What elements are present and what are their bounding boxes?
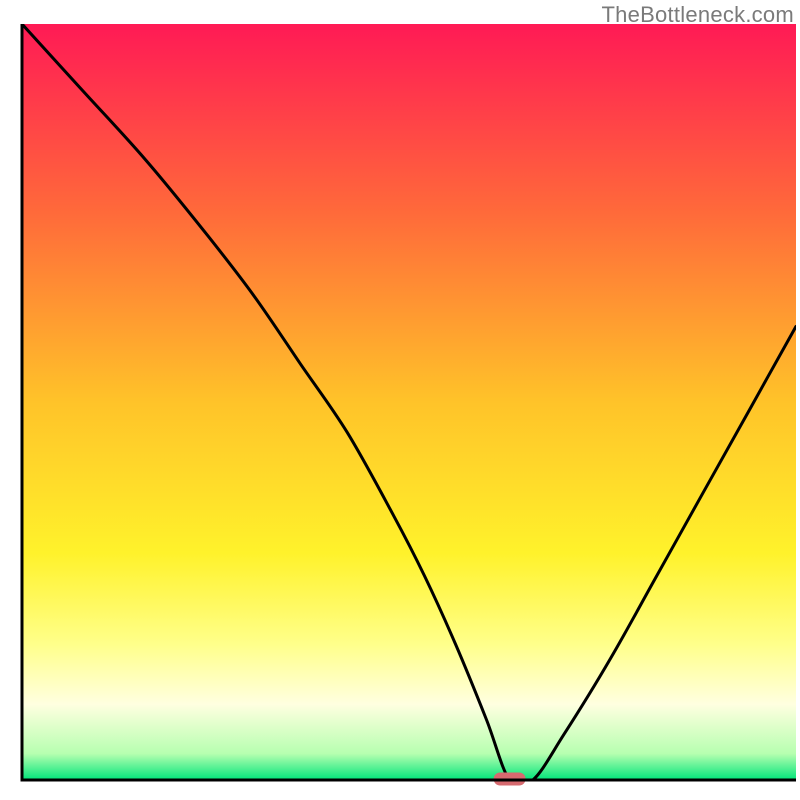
gradient-background [22, 24, 796, 780]
chart-stage: TheBottleneck.com [0, 0, 800, 800]
bottleneck-chart [0, 0, 800, 800]
